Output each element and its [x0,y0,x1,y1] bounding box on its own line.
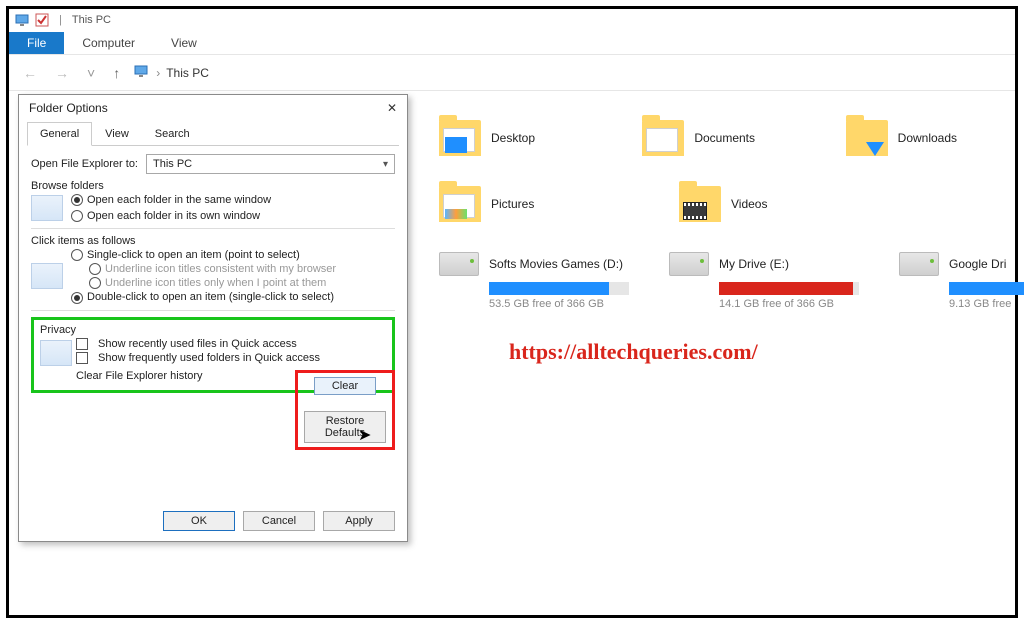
folder-icon [439,186,481,222]
folder-options-dialog: Folder Options ✕ General View Search Ope… [18,94,408,542]
ribbon-tab-view[interactable]: View [153,32,215,54]
privacy-icon [40,340,72,366]
breadcrumb-location: This PC [166,66,209,80]
tab-search[interactable]: Search [142,122,203,146]
breadcrumb[interactable]: › This PC [134,64,209,81]
ribbon-tab-file[interactable]: File [9,32,64,54]
nav-forward-icon[interactable]: → [51,65,73,81]
drive-item[interactable]: Google Dri 9.13 GB free [899,252,1024,310]
radio-double-click[interactable]: Double-click to open an item (single-cli… [71,291,395,303]
tab-view[interactable]: View [92,122,142,146]
tab-general[interactable]: General [27,122,92,146]
window-icon [31,195,63,221]
drive-capacity-bar [719,282,859,295]
browse-folders-label: Browse folders [31,180,395,192]
radio-underline-point: Underline icon titles only when I point … [89,277,395,289]
radio-own-window[interactable]: Open each folder in its own window [71,210,395,222]
qat-separator: | [55,14,66,26]
click-items-label: Click items as follows [31,235,395,247]
nav-recent-icon[interactable]: ˅ [83,65,99,81]
ok-button[interactable]: OK [163,511,235,531]
monitor-icon [15,13,29,27]
drive-item[interactable]: My Drive (E:) 14.1 GB free of 366 GB [669,252,859,310]
dialog-title: Folder Options [29,101,108,115]
ribbon-tab-computer[interactable]: Computer [64,32,153,54]
drive-item[interactable]: Softs Movies Games (D:) 53.5 GB free of … [439,252,629,310]
drive-icon [439,252,479,276]
privacy-label: Privacy [40,324,386,336]
clear-history-label: Clear File Explorer history [76,370,203,382]
ribbon: File Computer View [9,31,1015,55]
radio-single-click[interactable]: Single-click to open an item (point to s… [71,249,395,261]
open-to-select[interactable]: This PC ▾ [146,154,395,174]
url-watermark: https://alltechqueries.com/ [509,339,758,365]
drive-icon [669,252,709,276]
nav-back-icon[interactable]: ← [19,65,41,81]
window-title: This PC [72,14,111,26]
window-titlebar: | This PC [9,9,1015,31]
monitor-icon [134,64,150,81]
folder-icon [439,120,481,156]
check-show-frequent[interactable]: Show frequently used folders in Quick ac… [76,352,386,364]
chevron-down-icon: ▾ [383,159,388,170]
radio-same-window[interactable]: Open each folder in the same window [71,194,395,206]
highlight-box: Clear Restore Defaults [295,370,395,450]
drive-capacity-bar [489,282,629,295]
nav-up-icon[interactable]: ↑ [109,65,124,81]
checkbox-icon[interactable] [35,13,49,27]
open-to-label: Open File Explorer to: [31,158,138,170]
folder-desktop[interactable]: Desktop [439,120,602,156]
address-bar: ← → ˅ ↑ › This PC [9,55,1015,91]
folder-icon [846,120,888,156]
cursor-icon [31,263,63,289]
folder-pictures[interactable]: Pictures [439,186,639,222]
apply-button[interactable]: Apply [323,511,395,531]
close-icon[interactable]: ✕ [387,101,397,115]
clear-button[interactable]: Clear [314,377,376,395]
drive-capacity-bar [949,282,1024,295]
folder-icon [679,186,721,222]
folder-icon [642,120,684,156]
cancel-button[interactable]: Cancel [243,511,315,531]
restore-defaults-button[interactable]: Restore Defaults [304,411,386,443]
check-show-recent[interactable]: Show recently used files in Quick access [76,338,386,350]
folder-downloads[interactable]: Downloads [846,120,1009,156]
folder-documents[interactable]: Documents [642,120,805,156]
folder-videos[interactable]: Videos [679,186,879,222]
radio-underline-browser: Underline icon titles consistent with my… [89,263,395,275]
drive-icon [899,252,939,276]
